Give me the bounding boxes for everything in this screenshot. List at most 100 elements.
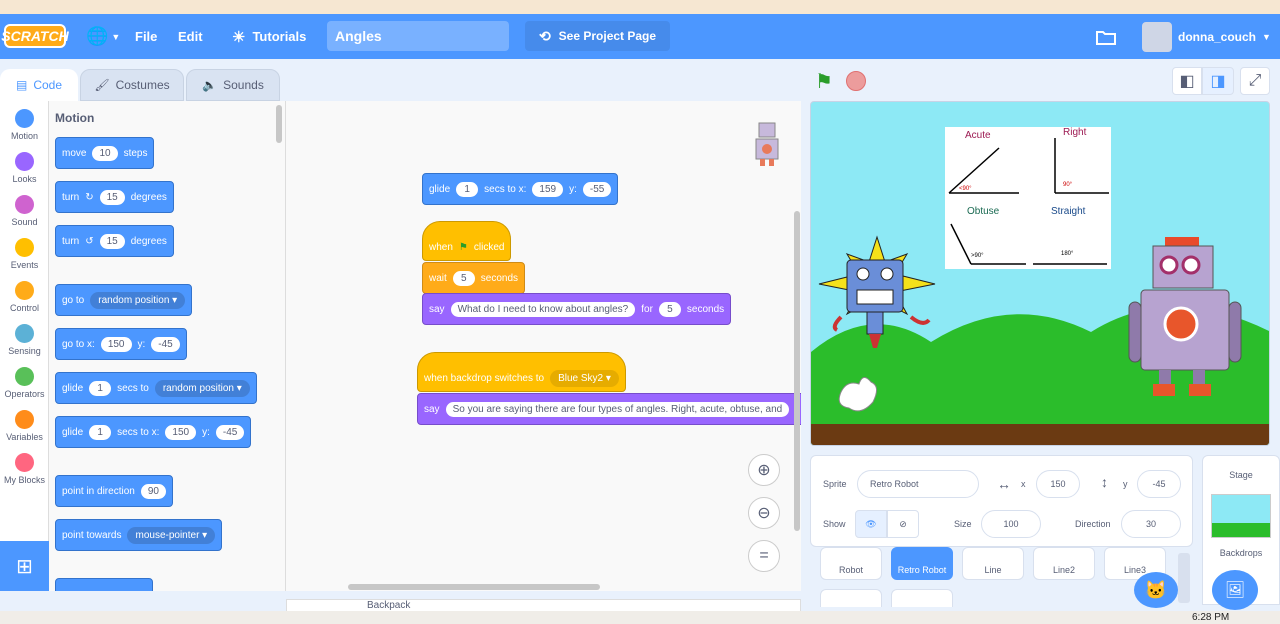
secs-input[interactable]: 1 [89,380,112,396]
message-input[interactable]: What do I need to know about angles? [450,301,636,317]
x-input[interactable]: 159 [532,181,564,197]
stage-canvas[interactable]: Acute Right Obtuse Straight <90° 90° >90… [810,101,1270,446]
avatar[interactable] [1142,22,1172,52]
y-input[interactable]: -45 [215,424,245,440]
category-my-blocks[interactable]: My Blocks [0,453,49,485]
direction-input[interactable]: 90 [140,483,166,499]
point-in-direction-block[interactable]: point in direction 90 [55,475,173,507]
zoom-in-button[interactable]: ⊕ [748,454,780,486]
green-flag-button[interactable]: ⚑ [815,69,833,94]
glide-to-block[interactable]: glide 1 secs to random position ▾ [55,372,257,404]
partial-block[interactable] [55,578,153,591]
backdrop-dropdown[interactable]: Blue Sky2 ▾ [550,369,619,387]
stage-header: ⚑ ◧ ◨ ⤢ [810,59,1280,101]
go-to-block[interactable]: go to random position ▾ [55,284,193,316]
zoom-out-button[interactable]: ⊖ [748,497,780,529]
secs-input[interactable]: 1 [456,181,479,197]
block-text: secs to x: [484,183,527,195]
show-label: Show [823,519,846,529]
glide-to-xy-block[interactable]: glide 1 secs to x: 150 y: -45 [55,416,252,448]
move-steps-block[interactable]: move 10 steps [55,137,155,169]
wait-block[interactable]: wait 5 seconds [422,262,526,294]
when-backdrop-switches-block[interactable]: when backdrop switches to Blue Sky2 ▾ [417,352,626,392]
target-dropdown[interactable]: mouse-pointer ▾ [127,526,216,544]
show-hidden-button[interactable]: ⊘ [887,510,919,538]
show-visible-button[interactable]: 👁 [855,510,887,538]
my-stuff-button[interactable] [1096,14,1116,59]
y-input[interactable]: -45 [151,336,180,352]
large-stage-button[interactable]: ◨ [1202,67,1234,95]
sprite-name-input[interactable]: Retro Robot [857,470,979,498]
say-block[interactable]: say So you are saying there are four type… [417,393,801,425]
secs-input[interactable]: 1 [89,424,112,440]
sprite-list-scrollbar[interactable] [1178,553,1190,603]
add-extension-button[interactable]: ⊞ [0,541,49,591]
x-input[interactable]: 150 [165,424,197,440]
sprite-label: Sprite [823,479,847,489]
script-area[interactable]: glide 1 secs to x: 159 y: -55 when ⚑ clicked wa… [286,101,801,591]
target-dropdown[interactable]: random position ▾ [154,379,250,397]
glide-script-block[interactable]: glide 1 secs to x: 159 y: -55 [422,173,619,205]
turn-left-block[interactable]: turn ↺ 15 degrees [55,225,174,257]
category-events[interactable]: Events [0,238,49,270]
size-input[interactable]: 100 [981,510,1041,538]
degrees-input[interactable]: 15 [99,189,125,205]
sprite-tile-partial[interactable] [820,589,882,607]
account-caret-icon[interactable]: ▼ [1262,14,1271,59]
block-text: glide [62,426,84,438]
category-control[interactable]: Control [0,281,49,313]
file-menu[interactable]: File [135,14,157,59]
category-operators[interactable]: Operators [0,367,49,399]
tab-code[interactable]: ▤ Code [0,69,78,101]
message-input[interactable]: So you are saying there are four types o… [445,401,790,417]
turn-right-block[interactable]: turn ↻ 15 degrees [55,181,174,213]
secs-input[interactable]: 5 [658,301,681,317]
tab-sounds[interactable]: 🔈 Sounds [186,69,280,101]
y-input[interactable]: -55 [582,181,612,197]
zoom-reset-button[interactable]: = [748,540,780,572]
point-towards-block[interactable]: point towards mouse-pointer ▾ [55,519,223,551]
edit-menu[interactable]: Edit [178,14,203,59]
direction-input[interactable]: 30 [1121,510,1181,538]
x-input[interactable]: 150 [100,336,132,352]
say-for-block[interactable]: say What do I need to know about angles? f… [422,293,732,325]
sprite-tile-line2[interactable]: Line2 [1033,547,1095,580]
palette-title: Motion [55,111,95,125]
degrees-input[interactable]: 15 [99,233,125,249]
category-motion[interactable]: Motion [0,109,49,141]
target-dropdown[interactable]: random position ▾ [90,291,186,309]
y-input[interactable]: -45 [1137,470,1181,498]
stage-thumbnail[interactable] [1211,494,1271,538]
steps-input[interactable]: 10 [92,145,118,161]
sprite-tile-retro-robot[interactable]: Retro Robot [891,547,953,580]
scratch-logo[interactable]: SCRATCH [1,24,69,48]
sprite-tile-robot[interactable]: Robot [820,547,882,580]
add-backdrop-button[interactable]: 🖼 [1212,570,1258,610]
sprite-tile-partial[interactable] [891,589,953,607]
see-project-page-button[interactable]: ⟲ See Project Page [525,21,670,51]
stop-button[interactable] [846,71,866,91]
speaker-icon: 🔈 [202,78,218,92]
script-vscrollbar[interactable] [794,211,800,531]
tutorials-menu[interactable]: ☀ Tutorials [232,14,306,59]
category-label: Variables [6,432,43,442]
category-sensing[interactable]: Sensing [0,324,49,356]
username[interactable]: donna_couch [1178,14,1256,59]
category-sound[interactable]: Sound [0,195,49,227]
palette-scrollbar[interactable] [276,105,282,143]
when-flag-clicked-block[interactable]: when ⚑ clicked [422,221,512,261]
language-menu[interactable]: 🌐 ▼ [86,14,120,59]
project-title-input[interactable]: Angles [327,21,509,51]
category-variables[interactable]: Variables [0,410,49,442]
tab-costumes[interactable]: 🖌 Costumes [80,69,184,101]
add-sprite-button[interactable]: 🐱 [1134,572,1178,608]
script-hscrollbar[interactable] [348,584,600,590]
small-stage-button[interactable]: ◧ [1172,67,1202,95]
sprite-tile-line[interactable]: Line [962,547,1024,580]
fullscreen-button[interactable]: ⤢ [1240,67,1270,95]
x-input[interactable]: 150 [1036,470,1080,498]
go-to-xy-block[interactable]: go to x: 150 y: -45 [55,328,187,360]
wait-input[interactable]: 5 [452,270,475,286]
eye-icon: 👁 [865,518,877,529]
category-looks[interactable]: Looks [0,152,49,184]
